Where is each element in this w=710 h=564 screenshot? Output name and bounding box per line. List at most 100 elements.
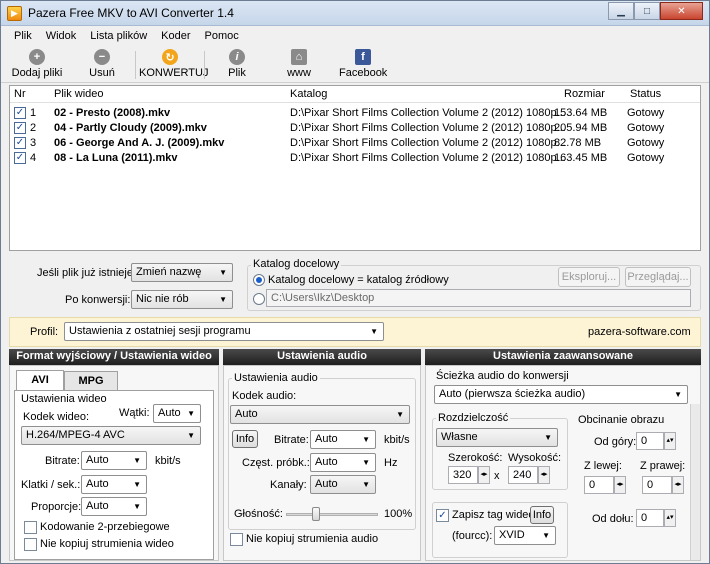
menu-file-list[interactable]: Lista plików	[83, 27, 154, 46]
video-tag-info-button[interactable]: Info	[530, 506, 554, 524]
volume-label: Głośność:	[234, 508, 283, 520]
menu-bar: Plik Widok Lista plików Koder Pomoc	[1, 27, 709, 46]
video-bitrate-select[interactable]: Auto ▼	[81, 451, 147, 470]
advanced-panel-header: Ustawienia zaawansowane	[425, 349, 701, 365]
crop-left-spinner[interactable]: ◂▸	[614, 476, 626, 494]
no-copy-audio-label: Nie kopiuj strumienia audio	[246, 533, 379, 545]
crop-left-input[interactable]: 0	[584, 476, 614, 494]
col-file[interactable]: Plik wideo	[54, 88, 104, 100]
row-checkbox[interactable]: ✓	[14, 152, 26, 164]
sample-rate-label: Częst. próbk.:	[242, 457, 310, 469]
chevron-down-icon: ▼	[133, 502, 141, 511]
table-row[interactable]: ✓ 1 02 - Presto (2008).mkv D:\Pixar Shor…	[10, 106, 700, 121]
audio-track-select[interactable]: Auto (pierwsza ścieżka audio) ▼	[434, 385, 688, 404]
crop-right-input[interactable]: 0	[642, 476, 672, 494]
row-size: 153.64 MB	[554, 107, 608, 119]
explore-button[interactable]: Eksploruj...	[558, 267, 620, 287]
two-pass-checkbox[interactable]	[24, 521, 37, 534]
volume-slider-thumb[interactable]	[312, 507, 320, 521]
aspect-select[interactable]: Auto ▼	[81, 497, 147, 516]
audio-track-value: Auto (pierwsza ścieżka audio)	[439, 388, 586, 400]
browse-button[interactable]: Przeglądaj...	[625, 267, 691, 287]
fourcc-label: (fourcc):	[452, 530, 493, 542]
remove-button[interactable]: − Usuń	[85, 49, 119, 79]
menu-encoder[interactable]: Koder	[154, 27, 197, 46]
crop-bottom-input[interactable]: 0	[636, 509, 664, 527]
crop-top-input[interactable]: 0	[636, 432, 664, 450]
col-size[interactable]: Rozmiar	[564, 88, 605, 100]
add-files-button[interactable]: + Dodaj pliki	[11, 49, 63, 79]
file-info-button[interactable]: i Plik	[223, 49, 251, 79]
audio-bitrate-label: Bitrate:	[274, 434, 309, 446]
resolution-select[interactable]: Własne ▼	[436, 428, 558, 447]
row-file: 06 - George And A. J. (2009).mkv	[54, 137, 225, 149]
file-list[interactable]: Nr Plik wideo Katalog Rozmiar Status ✓ 1…	[9, 85, 701, 251]
after-conversion-select[interactable]: Nic nie rób ▼	[131, 290, 233, 309]
menu-file[interactable]: Plik	[7, 27, 39, 46]
aspect-label: Proporcje:	[31, 501, 82, 513]
crop-bottom-spinner[interactable]: ▴▾	[664, 509, 676, 527]
no-copy-audio-checkbox[interactable]	[230, 533, 243, 546]
fourcc-select[interactable]: XVID ▼	[494, 526, 556, 545]
tab-avi[interactable]: AVI	[16, 370, 64, 390]
crop-right-spinner[interactable]: ◂▸	[672, 476, 684, 494]
threads-select[interactable]: Auto ▼	[153, 404, 201, 423]
chevron-down-icon: ▼	[362, 435, 370, 444]
fps-value: Auto	[86, 478, 109, 490]
profile-label: Profil:	[30, 326, 59, 338]
channels-select[interactable]: Auto ▼	[310, 475, 376, 494]
col-status[interactable]: Status	[630, 88, 661, 100]
video-bitrate-unit: kbit/s	[155, 455, 181, 467]
height-input[interactable]: 240	[508, 466, 538, 484]
table-row[interactable]: ✓ 2 04 - Partly Cloudy (2009).mkv D:\Pix…	[10, 121, 700, 136]
facebook-button[interactable]: f Facebook	[339, 49, 387, 79]
output-dir-input[interactable]: C:\Users\Ikz\Desktop	[266, 289, 691, 307]
crop-top-spinner[interactable]: ▴▾	[664, 432, 676, 450]
two-pass-label: Kodowanie 2-przebiegowe	[40, 521, 170, 533]
height-spinner[interactable]: ◂▸	[538, 466, 550, 484]
table-row[interactable]: ✓ 4 08 - La Luna (2011).mkv D:\Pixar Sho…	[10, 151, 700, 166]
video-codec-select[interactable]: H.264/MPEG-4 AVC ▼	[21, 426, 201, 445]
chevron-down-icon: ▼	[396, 410, 404, 419]
audio-codec-select[interactable]: Auto ▼	[230, 405, 410, 424]
col-nr[interactable]: Nr	[14, 88, 26, 100]
title-bar[interactable]: ▶ Pazera Free MKV to AVI Converter 1.4 ▁…	[1, 1, 709, 26]
sample-rate-select[interactable]: Auto ▼	[310, 453, 376, 472]
app-icon: ▶	[7, 6, 22, 21]
close-button[interactable]: ✕	[660, 2, 703, 20]
width-input[interactable]: 320	[448, 466, 478, 484]
www-button[interactable]: ⌂ www	[285, 49, 313, 79]
row-checkbox[interactable]: ✓	[14, 122, 26, 134]
tab-mpg[interactable]: MPG	[64, 371, 118, 390]
table-row[interactable]: ✓ 3 06 - George And A. J. (2009).mkv D:\…	[10, 136, 700, 151]
website-link[interactable]: pazera-software.com	[588, 326, 691, 338]
audio-info-button[interactable]: Info	[232, 430, 258, 448]
audio-panel: Ustawienia audio Kodek audio: Auto ▼ Info…	[223, 365, 421, 561]
col-dir[interactable]: Katalog	[290, 88, 327, 100]
file-exists-value: Zmień nazwę	[136, 266, 202, 278]
menu-help[interactable]: Pomoc	[198, 27, 246, 46]
close-icon: ✕	[677, 5, 686, 17]
volume-slider[interactable]	[286, 513, 378, 516]
file-exists-select[interactable]: Zmień nazwę ▼	[131, 263, 233, 282]
audio-bitrate-select[interactable]: Auto ▼	[310, 430, 376, 449]
row-file: 04 - Partly Cloudy (2009).mkv	[54, 122, 207, 134]
menu-view[interactable]: Widok	[39, 27, 84, 46]
custom-dir-radio[interactable]	[253, 293, 265, 305]
sample-rate-unit: Hz	[384, 457, 398, 469]
advanced-scrollbar[interactable]	[690, 404, 700, 560]
convert-button[interactable]: ↻ KONWERTUJ	[139, 49, 208, 79]
file-exists-label: Jeśli plik już istnieje:	[37, 267, 137, 279]
video-tag-checkbox[interactable]: ✓	[436, 509, 449, 522]
row-checkbox[interactable]: ✓	[14, 137, 26, 149]
same-dir-radio[interactable]	[253, 274, 265, 286]
fps-select[interactable]: Auto ▼	[81, 475, 147, 494]
maximize-button[interactable]: □	[634, 2, 660, 20]
chevron-down-icon: ▼	[187, 409, 195, 418]
row-checkbox[interactable]: ✓	[14, 107, 26, 119]
minimize-button[interactable]: ▁	[608, 2, 634, 20]
profile-select[interactable]: Ustawienia z ostatniej sesji programu ▼	[64, 322, 384, 341]
width-spinner[interactable]: ◂▸	[478, 466, 490, 484]
chevron-down-icon: ▼	[674, 390, 682, 399]
no-copy-video-checkbox[interactable]	[24, 538, 37, 551]
